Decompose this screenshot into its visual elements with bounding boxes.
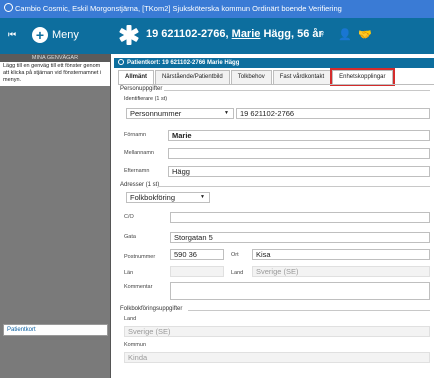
id-type-select[interactable]: Personnummer ▼ [126,108,234,119]
co-field[interactable] [170,212,430,223]
id-value-field[interactable]: 19 621102-2766 [236,108,430,119]
window-title-bar: Cambio Cosmic, Eskil Morgonstjärna, [TKo… [0,0,434,18]
patient-identity: 19 621102-2766, Marie Hägg, 56 år [146,28,323,40]
kommentar-field[interactable] [170,282,430,300]
handshake-icon[interactable]: 🤝 [358,28,372,41]
tab-allmant[interactable]: Allmänt [118,70,155,84]
fb-land-label: Land [124,316,137,322]
adresser-label: Adresser (1 st) [120,182,160,188]
patient-lastname: Hägg, [263,28,295,40]
address-type-select[interactable]: Folkbokföring ▼ [126,192,210,203]
identifierare-label: Identifierare (1 st) [124,96,168,102]
tab-divider [118,84,434,85]
address-type-value: Folkbokföring [130,193,176,202]
personuppgifter-label: Personuppgifter [120,86,163,92]
chevron-down-icon: ▼ [224,110,229,116]
folkbokforing-label: Folkbokföringsuppgifter [120,306,183,312]
window-title: Cambio Cosmic, Eskil Morgonstjärna, [TKo… [15,4,342,13]
fb-kommun-label: Kommun [124,342,147,348]
shortcut-patientkort[interactable]: Patientkort [3,324,108,336]
efternamn-label: Efternamn [124,168,150,174]
fb-kommun-field: Kinda [124,352,430,363]
land-field: Sverige (SE) [252,266,430,277]
ort-label: Ort [231,252,239,258]
postnummer-label: Postnummer [124,254,156,260]
co-label: C/O [124,214,134,220]
card-title: Patientkort: 19 621102-2766 Marie Hägg [127,60,240,66]
female-icon: ♀ [318,28,327,40]
collapse-icon[interactable]: ⏮ [8,29,16,40]
efternamn-field[interactable]: Hägg [168,166,430,177]
divider [164,90,430,91]
mellannamn-label: Mellannamn [124,150,154,156]
chevron-down-icon: ▼ [200,194,205,200]
land-label: Land [231,270,244,276]
menu-label: Meny [52,29,79,41]
star-of-life-icon [119,25,139,45]
card-collapse-icon[interactable] [118,59,124,65]
app-icon [4,3,13,12]
postnummer-field[interactable]: 590 36 [170,249,224,260]
lan-label: Län [124,270,134,276]
person-outline-icon[interactable]: 👤 [338,28,352,41]
shortcuts-hint: Lägg till en genväg till ett fönster gen… [0,62,110,86]
divider [188,310,430,311]
app-header: ⏮ + Meny 19 621102-2766, Marie Hägg, 56 … [0,18,434,54]
card-tabs: Allmänt Närstående/Patientbild Tolkbehov… [118,68,395,86]
tab-narstaende[interactable]: Närstående/Patientbild [155,70,230,84]
card-header: Patientkort: 19 621102-2766 Marie Hägg [114,58,434,68]
gata-label: Gata [124,234,136,240]
tab-fast-vardkontakt[interactable]: Fast vårdkontakt [272,70,332,84]
fornamn-field[interactable]: Marie [168,130,430,141]
patient-card: Patientkort: 19 621102-2766 Marie Hägg A… [114,54,434,378]
lan-field [170,266,224,277]
patient-firstname-link[interactable]: Marie [232,28,261,40]
tab-enhetskopplingar[interactable]: Enhetskopplingar [330,68,395,86]
menu-button[interactable]: + Meny [32,24,84,46]
tab-tolkbehov[interactable]: Tolkbehov [230,70,272,84]
shortcuts-title: MINA GENVÄGAR [0,54,110,62]
gata-field[interactable]: Storgatan 5 [170,232,430,243]
fb-land-field: Sverige (SE) [124,326,430,337]
shortcuts-sidebar: MINA GENVÄGAR Lägg till en genväg till e… [0,54,111,378]
mellannamn-field[interactable] [168,148,430,159]
fornamn-label: Förnamn [124,132,147,138]
id-type-value: Personnummer [130,109,182,118]
divider [158,186,430,187]
plus-circle-icon: + [32,27,48,43]
patient-pnr: 19 621102-2766, [146,28,229,40]
ort-field[interactable]: Kisa [252,249,430,260]
kommentar-label: Kommentar [124,284,153,290]
